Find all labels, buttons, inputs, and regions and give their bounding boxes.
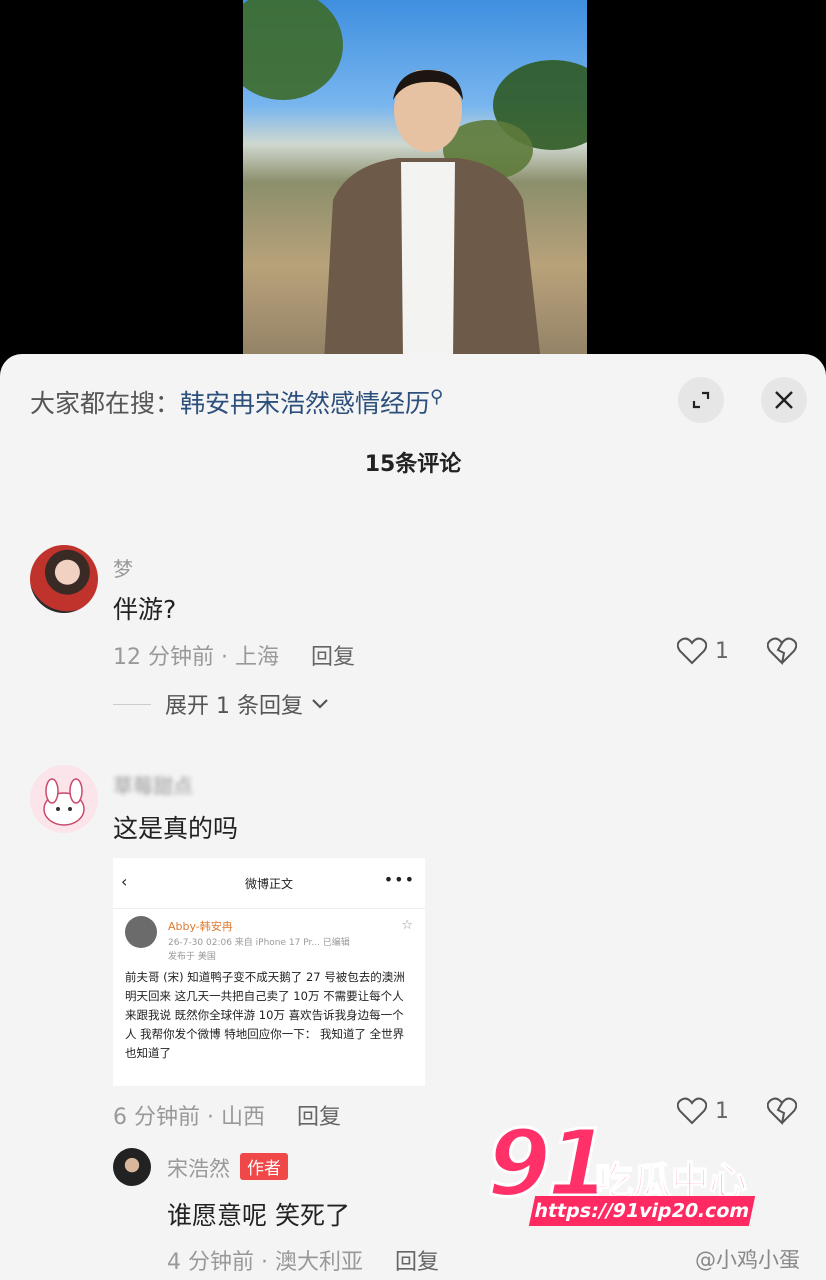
close-icon bbox=[775, 391, 793, 409]
screenshot-avatar bbox=[125, 916, 157, 948]
screenshot-meta: 26-7-30 02:06 来自 iPhone 17 Pr... 已编辑 bbox=[168, 938, 350, 948]
reply-button[interactable]: 回复 bbox=[297, 1105, 341, 1130]
broken-heart-icon bbox=[767, 1097, 797, 1125]
watermark-url: https://91vip20.com bbox=[528, 1196, 756, 1226]
weibo-watermark: @小鸡小蛋 bbox=[695, 1248, 800, 1272]
star-icon: ☆ bbox=[401, 918, 413, 933]
like-button[interactable]: 1 bbox=[677, 1097, 729, 1125]
trending-search-bar[interactable]: 大家都在搜：韩安冉宋浩然感情经历⚲ bbox=[30, 384, 443, 420]
reply-text: 谁愿意呢 笑死了 bbox=[167, 1201, 350, 1230]
screenshot-author: Abby-韩安冉 bbox=[168, 920, 233, 933]
embedded-screenshot[interactable]: ‹ 微博正文 ••• Abby-韩安冉 26-7-30 02:06 来自 iPh… bbox=[113, 858, 425, 1086]
comment-meta: 6 分钟前 · 山西 回复 bbox=[113, 1099, 341, 1131]
reply-button[interactable]: 回复 bbox=[395, 1250, 439, 1275]
reply-username-row: 宋浩然 作者 bbox=[167, 1153, 288, 1183]
broken-heart-icon bbox=[767, 637, 797, 665]
screenshot-body: 前夫哥 (宋) 知道鸭子变不成天鹅了 27 号被包去的澳洲 明天回来 这几天一共… bbox=[125, 970, 405, 1060]
heart-icon bbox=[677, 1097, 707, 1125]
reply-button[interactable]: 回复 bbox=[311, 645, 355, 670]
screenshot-header: ‹ 微博正文 ••• bbox=[113, 858, 425, 909]
avatar[interactable] bbox=[30, 545, 98, 613]
screenshot-title: 微博正文 bbox=[244, 877, 293, 891]
trending-search-prefix: 大家都在搜： bbox=[30, 389, 181, 418]
close-button[interactable] bbox=[761, 377, 807, 423]
dislike-button[interactable] bbox=[767, 1097, 797, 1125]
screenshot-location: 发布于 美国 bbox=[168, 952, 216, 962]
bunny-avatar-icon bbox=[43, 778, 85, 826]
comment-text: 伴游? bbox=[113, 595, 177, 624]
trending-search-query[interactable]: 韩安冉宋浩然感情经历 bbox=[180, 389, 430, 418]
expand-replies-label: 展开 1 条回复 bbox=[165, 694, 303, 719]
comment-text: 这是真的吗 bbox=[113, 814, 239, 843]
comment-username[interactable]: 草莓甜点 bbox=[113, 770, 193, 799]
heart-icon bbox=[677, 637, 707, 665]
avatar[interactable] bbox=[113, 1148, 151, 1186]
author-badge: 作者 bbox=[240, 1153, 288, 1180]
comment-meta: 12 分钟前 · 上海 回复 bbox=[113, 639, 355, 671]
comment-time-location: 6 分钟前 · 山西 bbox=[113, 1105, 265, 1130]
expand-replies-button[interactable]: 展开 1 条回复 bbox=[113, 688, 329, 720]
divider-line bbox=[113, 703, 151, 705]
comment-time-location: 12 分钟前 · 上海 bbox=[113, 645, 279, 670]
expand-button[interactable] bbox=[678, 377, 724, 423]
like-count: 1 bbox=[715, 638, 729, 664]
chevron-down-icon bbox=[312, 699, 328, 709]
comment-count: 15条评论 bbox=[364, 452, 462, 477]
expand-icon bbox=[692, 391, 710, 409]
avatar[interactable] bbox=[30, 765, 98, 833]
search-icon: ⚲ bbox=[430, 386, 444, 408]
like-button[interactable]: 1 bbox=[677, 637, 729, 665]
reply-time-location: 4 分钟前 · 澳大利亚 bbox=[167, 1250, 363, 1275]
comment-username[interactable]: 梦 bbox=[113, 553, 133, 582]
person-figure bbox=[323, 70, 543, 380]
more-icon: ••• bbox=[383, 870, 415, 889]
reply-meta: 4 分钟前 · 澳大利亚 回复 bbox=[167, 1244, 439, 1276]
post-photo[interactable] bbox=[243, 0, 587, 380]
like-count: 1 bbox=[715, 1098, 729, 1124]
dislike-button[interactable] bbox=[767, 637, 797, 665]
reply-username[interactable]: 宋浩然 bbox=[167, 1157, 230, 1181]
